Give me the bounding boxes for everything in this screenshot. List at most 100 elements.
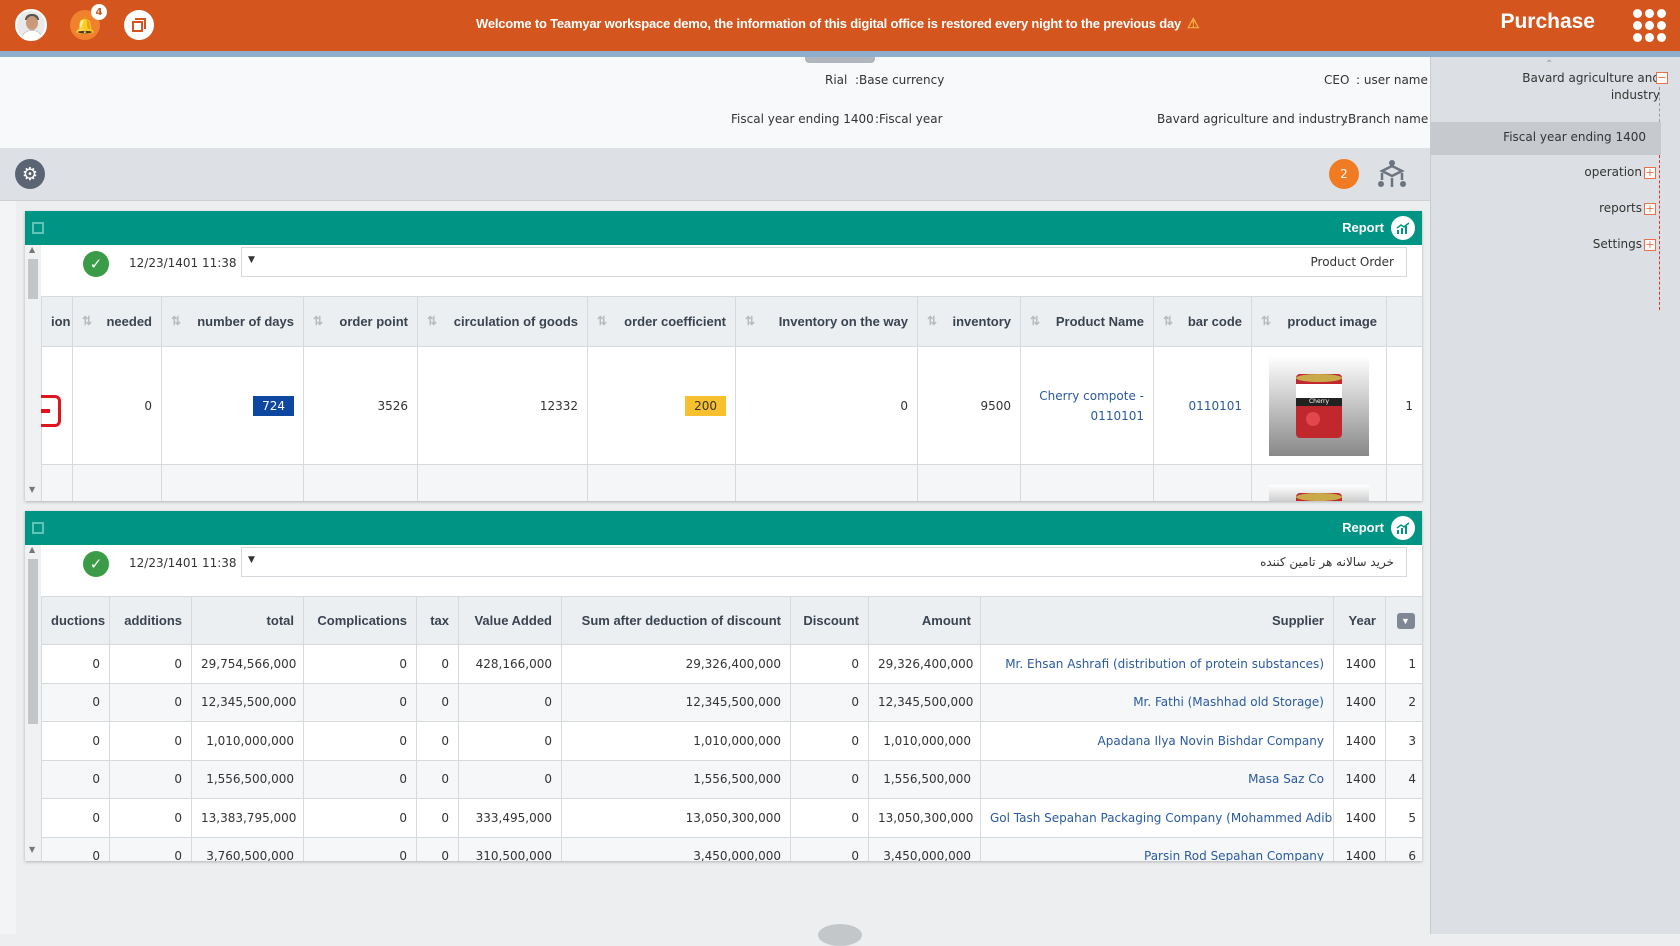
supplier-cell[interactable]: Masa Saz Co	[980, 759, 1334, 799]
dashboard-cube-icon[interactable]	[1376, 158, 1408, 190]
additions-cell: 0	[109, 644, 192, 684]
col-header-product-name[interactable]: ⇅ Product Name	[1020, 296, 1154, 347]
expand-icon[interactable]: +	[1644, 202, 1656, 215]
sidebar-company[interactable]: Bavard agriculture and industry	[1480, 70, 1660, 104]
index-cell: 5	[1385, 798, 1422, 838]
panel-collapse-handle[interactable]	[805, 57, 875, 63]
toolbar	[0, 148, 1430, 201]
table-row[interactable]: 0 0 29,754,566,000 0 0 428,166,000 29,326,400,…	[41, 644, 1422, 684]
col-header-supplier[interactable]: Supplier	[980, 596, 1334, 645]
select-checkbox[interactable]	[32, 222, 44, 234]
supplier-link[interactable]: Mr. Ehsan Ashrafi (distribution of prote…	[1005, 657, 1324, 671]
gear-icon[interactable]: ⚙	[15, 159, 45, 189]
branch-name-label: :Branch name	[1344, 112, 1429, 126]
col-header-product-image[interactable]: ⇅ product image	[1251, 296, 1387, 347]
table-row[interactable]: 0 0 13,383,795,000 0 0 333,495,000 13,050,300,…	[41, 798, 1422, 838]
col-header-amount[interactable]: Amount	[868, 596, 981, 645]
col-header-on-the-way[interactable]: ⇅ Inventory on the way	[735, 296, 918, 347]
supplier-link[interactable]: Masa Saz Co	[1248, 772, 1324, 786]
table-row[interactable]: 0 0 1,010,000,000 0 0 0 1,010,000,000 0 1,010,00…	[41, 721, 1422, 761]
supplier-cell[interactable]: Parsin Rod Sepahan Company	[980, 836, 1334, 861]
sort-icon: ⇅	[313, 314, 324, 328]
product-image[interactable]	[1269, 485, 1369, 501]
sidebar-item-reports[interactable]: reports +	[1599, 200, 1656, 217]
col-header-order-point[interactable]: ⇅ order point	[303, 296, 418, 347]
col-header-complications[interactable]: Complications	[303, 596, 417, 645]
order-point-cell: 3526	[303, 346, 418, 465]
right-sidebar: ⌃ Bavard agriculture and industry − Fisc…	[1430, 57, 1680, 934]
window-icon[interactable]	[124, 10, 154, 40]
deductions-cell: 0	[41, 682, 110, 722]
expand-icon[interactable]: +	[1644, 166, 1656, 179]
toolbar-badge[interactable]: 2	[1329, 159, 1359, 189]
bar-code-link[interactable]: 0110101	[1189, 399, 1242, 413]
tax-cell: 0	[416, 682, 459, 722]
col-header-menu[interactable]: ▼	[1385, 596, 1422, 645]
check-icon[interactable]: ✓	[83, 551, 109, 577]
collapse-icon[interactable]: −	[1656, 72, 1668, 84]
year-cell: 1400	[1333, 798, 1386, 838]
sort-icon: ⇅	[1163, 314, 1174, 328]
supplier-cell[interactable]: Apadana Ilya Novin Bishdar Company	[980, 721, 1334, 761]
discount-cell: 0	[790, 798, 869, 838]
col-header-sum-after-discount[interactable]: Sum after deduction of discount	[561, 596, 791, 645]
sidebar-item-operation[interactable]: operation +	[1584, 164, 1656, 181]
app-grid-icon[interactable]	[1633, 9, 1667, 43]
select-checkbox[interactable]	[32, 522, 44, 534]
supplier-cell[interactable]: Gol Tash Sepahan Packaging Company (Moha…	[980, 798, 1334, 838]
product-image-cell[interactable]: Cherry	[1251, 346, 1387, 465]
col-header-coefficient[interactable]: ⇅ order coefficient	[587, 296, 736, 347]
report-select[interactable]: ▼ خرید سالانه هر تامین کننده	[241, 547, 1407, 577]
col-header[interactable]: ion	[41, 296, 73, 347]
tax-cell: 0	[416, 798, 459, 838]
bar-code-cell[interactable]: 0110101	[1153, 346, 1252, 465]
amount-cell: 1,010,000,000	[868, 721, 981, 761]
product-image[interactable]: Cherry	[1269, 355, 1369, 456]
avatar[interactable]	[15, 9, 47, 41]
col-header-circulation[interactable]: ⇅ circulation of goods	[417, 296, 588, 347]
col-header-value-added[interactable]: Value Added	[458, 596, 562, 645]
index-cell: 2	[1385, 682, 1422, 722]
table-row[interactable]: 0 0 1,556,500,000 0 0 0 1,556,500,000 0 1,556,50…	[41, 759, 1422, 799]
page-scrollbar[interactable]	[0, 201, 16, 934]
report-select[interactable]: ▼ Product Order	[241, 247, 1407, 277]
col-header-days[interactable]: ⇅ number of days	[161, 296, 304, 347]
remove-icon[interactable]	[41, 395, 61, 427]
table-row[interactable]	[41, 464, 1422, 501]
supplier-link[interactable]: Mr. Fathi (Mashhad old Storage)	[1133, 695, 1324, 709]
bottom-panel-handle[interactable]	[818, 924, 862, 946]
branch-name-value: Bavard agriculture and industry	[1157, 112, 1348, 126]
table-row[interactable]: 0 0 12,345,500,000 0 0 0 12,345,500,000 0 12,345…	[41, 682, 1422, 722]
complications-cell: 0	[303, 682, 417, 722]
col-header-deductions[interactable]: ductions	[41, 596, 110, 645]
chart-icon[interactable]	[1391, 516, 1415, 540]
supplier-cell[interactable]: Mr. Fathi (Mashhad old Storage)	[980, 682, 1334, 722]
col-header-discount[interactable]: Discount	[790, 596, 869, 645]
column-menu-icon[interactable]: ▼	[1396, 613, 1415, 629]
chart-icon[interactable]	[1391, 216, 1415, 240]
col-header-tax[interactable]: tax	[416, 596, 459, 645]
col-header-needed[interactable]: ⇅ needed	[72, 296, 162, 347]
supplier-link[interactable]: Gol Tash Sepahan Packaging Company (Moha…	[990, 811, 1333, 825]
product-name-link[interactable]: Cherry compote - 0110101	[1039, 389, 1144, 423]
card-scrollbar[interactable]: ▲ ▼	[25, 545, 41, 861]
card-scrollbar[interactable]: ▲ ▼	[25, 245, 41, 501]
col-header-additions[interactable]: additions	[109, 596, 192, 645]
check-icon[interactable]: ✓	[83, 251, 109, 277]
report-card-supplier-purchases: Report ▲ ▼ ✓ 12/23/1401 11:38 ▼ خرید سالان…	[25, 511, 1422, 861]
supplier-cell[interactable]: Mr. Ehsan Ashrafi (distribution of prote…	[980, 644, 1334, 684]
scroll-up-icon[interactable]: ⌃	[1545, 59, 1553, 70]
fiscal-year-value: Fiscal year ending 1400	[731, 112, 874, 126]
supplier-link[interactable]: Apadana Ilya Novin Bishdar Company	[1098, 734, 1324, 748]
table-row[interactable]: 0 0 3,760,500,000 0 0 310,500,000 3,450,000,00…	[41, 836, 1422, 861]
supplier-link[interactable]: Parsin Rod Sepahan Company	[1144, 849, 1324, 861]
col-header-inventory[interactable]: ⇅ inventory	[917, 296, 1021, 347]
col-header-year[interactable]: Year	[1333, 596, 1386, 645]
expand-icon[interactable]: +	[1644, 238, 1656, 251]
inventory-cell: 9500	[917, 346, 1021, 465]
col-header-bar-code[interactable]: ⇅ bar code	[1153, 296, 1252, 347]
sidebar-item-settings[interactable]: Settings +	[1593, 236, 1656, 253]
col-header-total[interactable]: total	[191, 596, 304, 645]
product-name-cell[interactable]: Cherry compote - 0110101	[1020, 346, 1154, 465]
table-row[interactable]: 0 724 3526 12332 200 0 9500 Cherry compo…	[41, 346, 1422, 465]
